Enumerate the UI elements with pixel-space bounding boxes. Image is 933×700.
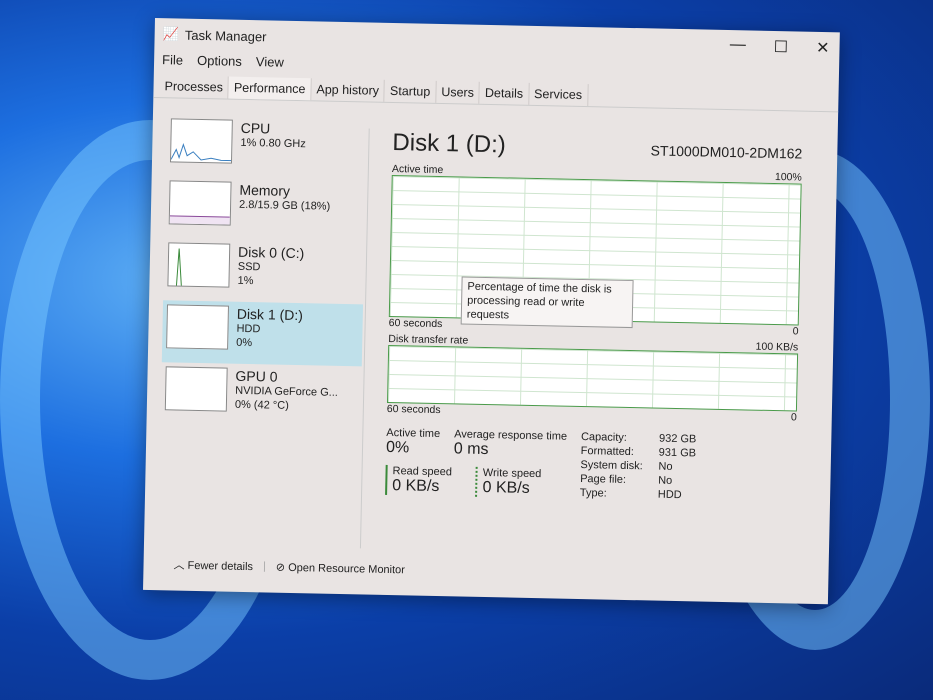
graph-x-right: 0 [792,325,799,338]
disk-properties: Capacity: 932 GB Formatted: 931 GB System … [580,431,719,502]
footer-separator: | [262,560,267,573]
tab-processes[interactable]: Processes [159,75,230,99]
chevron-up-icon: ︿ [173,559,185,572]
prop-label: Capacity: [580,431,628,444]
prop-label: Page file: [580,473,627,486]
item-usage: 0% [236,336,253,350]
fewer-details-button[interactable]: ︿ Fewer details [173,557,253,575]
close-button[interactable]: ✕ [816,38,830,58]
item-detail: SSD [237,260,261,274]
app-icon: 📈 [162,26,180,42]
transfer-rate-graph [386,344,799,412]
resource-monitor-icon: ⊘ [275,561,286,574]
sidebar-item-cpu[interactable]: CPU 1% 0.80 GHz [166,114,367,180]
fewer-details-label: Fewer details [187,559,254,574]
item-name: CPU [240,119,271,137]
prop-label: Formatted: [580,445,635,459]
cpu-thumbnail-graph [169,118,233,164]
task-manager-window: 📈 Task Manager — ☐ ✕ File Options View Pro… [143,18,840,605]
prop-value: 932 GB [658,432,697,446]
graph-x-right: 0 [790,411,797,424]
response-time-value: 0 ms [453,440,489,459]
item-detail: 1% 0.80 GHz [240,136,306,151]
read-speed-value: 0 KB/s [392,477,440,496]
item-name: Disk 1 (D:) [236,305,304,324]
prop-value: No [658,474,673,487]
prop-value: HDD [657,488,682,502]
tab-startup[interactable]: Startup [384,79,437,103]
item-name: Disk 0 (C:) [237,243,305,262]
tab-details[interactable]: Details [479,81,530,105]
memory-thumbnail-graph [168,180,232,226]
graph-x-left: 60 seconds [386,402,441,417]
graph-max: 100 KB/s [755,340,799,354]
graph-max: 100% [774,171,802,184]
maximize-button[interactable]: ☐ [774,37,789,57]
tab-users[interactable]: Users [436,80,481,104]
open-resource-monitor-link[interactable]: ⊘ Open Resource Monitor [276,560,405,576]
item-usage: 0% (42 °C) [234,398,289,412]
active-time-label: Active time [386,426,441,441]
disk0-thumbnail-graph [167,242,231,288]
resource-list: CPU 1% 0.80 GHz Memory 2.8/15.9 GB (18%) D… [160,114,366,428]
sidebar-item-disk-0[interactable]: Disk 0 (C:) SSD 1% [163,238,364,304]
graph-x-left: 60 seconds [388,316,443,331]
item-usage: 1% [237,274,254,288]
minimize-button[interactable]: — [730,36,746,56]
menu-file[interactable]: File [162,52,183,67]
resource-monitor-label: Open Resource Monitor [288,561,406,576]
item-detail: 2.8/15.9 GB (18%) [238,198,331,213]
sidebar-item-disk-1[interactable]: Disk 1 (D:) HDD 0% [161,300,364,367]
disk-model: ST1000DM010-2DM162 [650,142,803,162]
active-time-value: 0% [385,438,410,457]
graph-label: Active time [391,162,444,177]
tab-app-history[interactable]: App history [311,78,386,102]
menu-view[interactable]: View [256,54,284,70]
menu-options[interactable]: Options [197,53,242,69]
disk-detail-panel: Disk 1 (D:) ST1000DM010-2DM162 Active tim… [385,129,803,504]
disk1-thumbnail-graph [166,304,229,350]
gpu-thumbnail-graph [164,366,228,412]
tooltip: Percentage of time the disk is processin… [460,276,634,329]
prop-value: 931 GB [658,446,697,460]
tab-performance[interactable]: Performance [228,76,312,101]
sidebar-item-memory[interactable]: Memory 2.8/15.9 GB (18%) [164,176,365,242]
sidebar-item-gpu-0[interactable]: GPU 0 NVIDIA GeForce G... 0% (42 °C) [160,362,361,428]
item-name: Memory [239,181,291,199]
page-title: Disk 1 (D:) [392,129,507,159]
tab-services[interactable]: Services [528,82,589,107]
prop-label: System disk: [580,459,643,473]
item-detail: HDD [236,322,261,336]
prop-value: No [658,460,673,473]
window-title: Task Manager [184,27,267,44]
write-speed-value: 0 KB/s [482,478,530,497]
prop-label: Type: [579,487,607,500]
